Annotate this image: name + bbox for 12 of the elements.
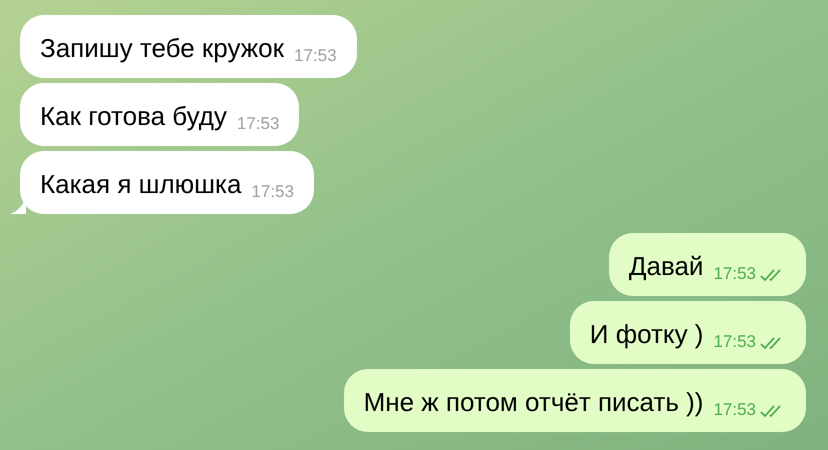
message-time: 17:53 [251,183,294,200]
message-text: И фотку ) [590,321,704,347]
message-time: 17:53 [713,401,756,418]
message-text: Запишу тебе кружок [40,35,284,61]
message-time: 17:53 [713,333,756,350]
message-text: Какая я шлюшка [40,171,242,197]
message-text: Давай [628,253,704,279]
message-text: Как готова буду [40,103,227,129]
message-time: 17:53 [236,115,280,132]
message-text: Мне ж потом отчёт писать )) [364,389,704,415]
message-time: 17:53 [294,47,337,64]
message-time: 17:53 [713,265,756,282]
